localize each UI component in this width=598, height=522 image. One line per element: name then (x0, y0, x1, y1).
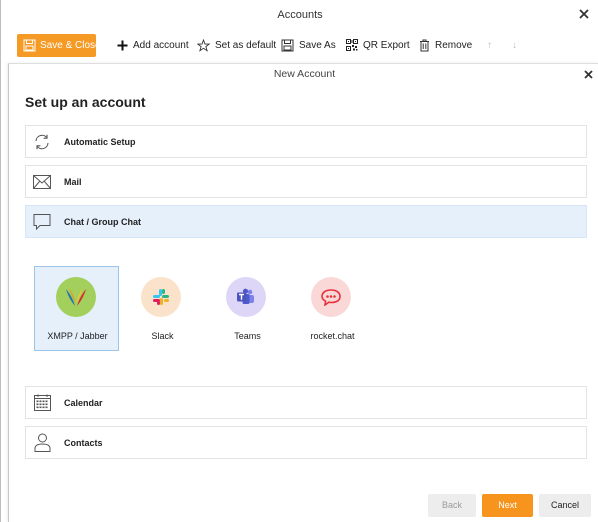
cancel-button[interactable]: Cancel (539, 494, 591, 517)
person-icon (32, 433, 52, 453)
arrow-up-icon: ↑ (487, 39, 492, 51)
provider-slack[interactable]: Slack (119, 266, 204, 351)
save-close-label: Save & Close (40, 40, 101, 51)
accounts-window: Accounts Save & Close Add account Set as… (0, 0, 598, 522)
dialog-title: New Account (273, 68, 336, 80)
provider-xmpp-jabber[interactable]: XMPP / Jabber (34, 266, 119, 351)
calendar-icon (32, 393, 52, 413)
rocket-chat-icon (311, 277, 351, 317)
remove-button[interactable]: Remove (419, 33, 472, 57)
dialog-close-button[interactable] (584, 70, 593, 79)
row-label: Calendar (64, 397, 103, 408)
trash-icon (420, 39, 429, 51)
row-label: Automatic Setup (64, 136, 136, 147)
qr-code-icon (346, 39, 358, 51)
back-button[interactable]: Back (428, 494, 476, 517)
close-icon (584, 70, 593, 79)
move-up-button[interactable]: ↑ (487, 33, 492, 57)
row-automatic-setup[interactable]: Automatic Setup (25, 125, 587, 158)
slack-icon (141, 277, 181, 317)
set-default-label: Set as default (215, 39, 277, 51)
provider-teams[interactable]: Teams (204, 266, 289, 351)
toolbar: Save & Close Add account Set as default … (1, 30, 598, 60)
xmpp-icon (56, 277, 96, 317)
save-close-button[interactable]: Save & Close (17, 34, 101, 57)
set-default-button[interactable]: Set as default (197, 33, 276, 57)
row-label: Contacts (64, 437, 103, 448)
next-button[interactable]: Next (482, 494, 533, 517)
row-mail[interactable]: Mail (25, 165, 587, 198)
save-as-button[interactable]: Save As (281, 33, 336, 57)
envelope-icon (32, 172, 52, 192)
window-close-button[interactable] (578, 8, 590, 20)
floppy-disk-icon (23, 39, 36, 52)
close-icon (579, 9, 589, 19)
save-as-label: Save As (299, 39, 336, 51)
provider-label: rocket.chat (310, 331, 355, 341)
qr-export-label: QR Export (363, 39, 410, 51)
page-heading: Set up an account (25, 94, 146, 110)
sync-icon (32, 132, 52, 152)
floppy-disk-icon (281, 39, 294, 51)
window-title: Accounts (277, 9, 323, 21)
row-calendar[interactable]: Calendar (25, 386, 587, 419)
row-label: Chat / Group Chat (64, 216, 141, 227)
qr-export-button[interactable]: QR Export (346, 33, 410, 57)
add-account-button[interactable]: Add account (117, 33, 189, 57)
new-account-dialog: New Account Set up an account Automatic … (8, 63, 598, 522)
provider-rocket-chat[interactable]: rocket.chat (289, 266, 374, 351)
star-icon (197, 38, 210, 52)
add-account-label: Add account (133, 39, 189, 51)
row-label: Mail (64, 176, 82, 187)
chat-bubble-icon (32, 212, 52, 232)
remove-label: Remove (435, 39, 473, 51)
plus-icon (117, 40, 128, 50)
teams-icon (226, 277, 266, 317)
row-contacts[interactable]: Contacts (25, 426, 587, 459)
arrow-down-icon: ↓ (512, 39, 517, 51)
row-chat-group-chat[interactable]: Chat / Group Chat (25, 205, 587, 238)
move-down-button[interactable]: ↓ (512, 33, 517, 57)
